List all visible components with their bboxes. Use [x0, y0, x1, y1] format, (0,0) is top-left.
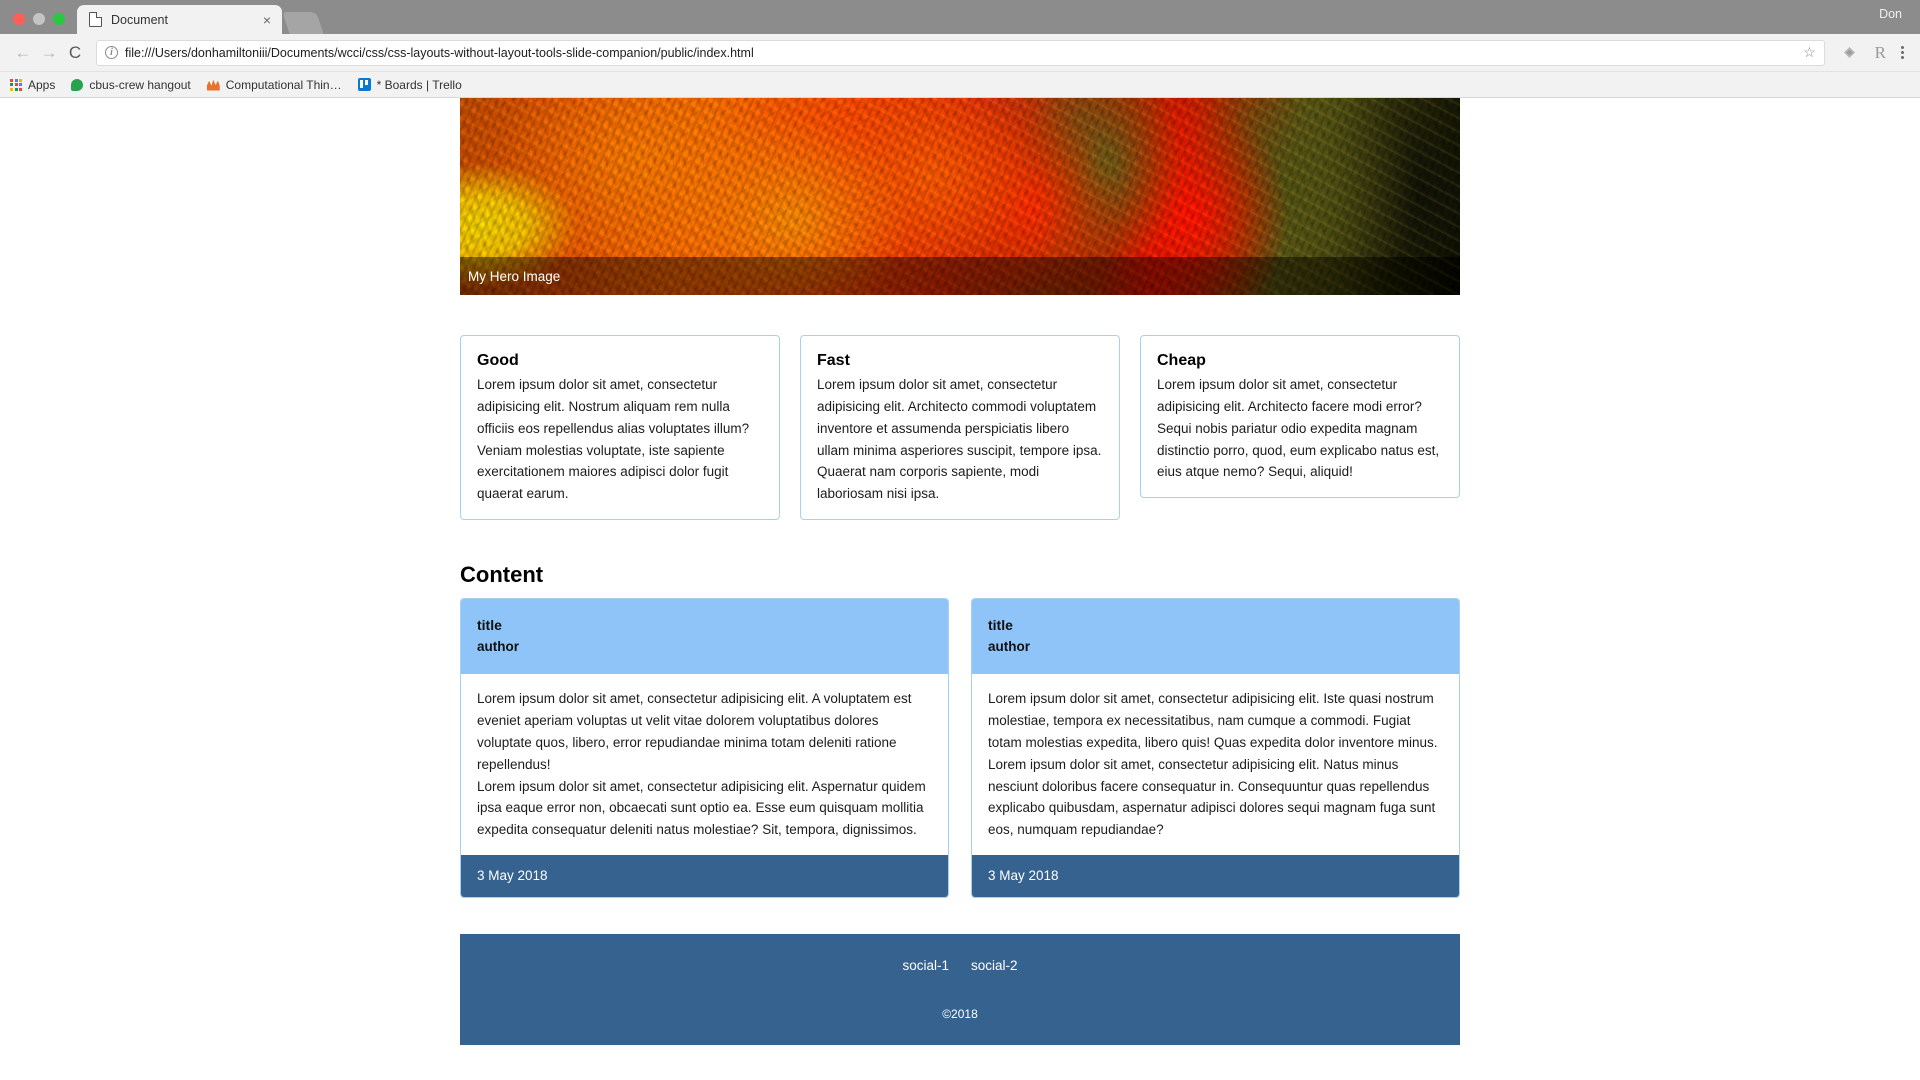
article-body: Lorem ipsum dolor sit amet, consectetur … — [972, 674, 1459, 855]
article-date: 3 May 2018 — [477, 868, 548, 884]
browser-window: Document × Don ← → C i file:///Users/don… — [0, 0, 1920, 1080]
bookmark-label: cbus-crew hangout — [89, 77, 191, 92]
article-paragraph: Lorem ipsum dolor sit amet, consectetur … — [988, 691, 1438, 750]
feature-card-body: Lorem ipsum dolor sit amet, consectetur … — [1157, 377, 1440, 480]
article-date: 3 May 2018 — [988, 868, 1059, 884]
bookmark-apps[interactable]: Apps — [10, 78, 55, 92]
article-header: title author — [461, 599, 948, 675]
tab-title: Document — [111, 12, 168, 27]
copyright-text: ©2018 — [942, 1007, 978, 1022]
feature-card-title: Good — [477, 352, 519, 369]
feature-card-body: Lorem ipsum dolor sit amet, consectetur … — [817, 377, 1102, 502]
green-bubble-icon — [71, 78, 84, 91]
chrome-menu-icon[interactable] — [1901, 46, 1904, 59]
article-footer: 3 May 2018 — [461, 855, 948, 898]
profile-name[interactable]: Don — [1879, 7, 1902, 21]
article-author: author — [988, 639, 1030, 655]
page-icon — [89, 11, 103, 27]
bookmark-label: Apps — [28, 77, 56, 92]
bookmark-label: Computational Thin… — [225, 77, 342, 92]
bookmark-star-icon[interactable]: ☆ — [1803, 44, 1816, 61]
article-list: title author Lorem ipsum dolor sit amet,… — [460, 598, 1460, 899]
toolbar: ← → C i file:///Users/donhamiltoniii/Doc… — [0, 34, 1920, 72]
new-tab-button[interactable] — [282, 12, 324, 34]
feature-card-fast: Fast Lorem ipsum dolor sit amet, consect… — [800, 335, 1120, 521]
hero-caption: My Hero Image — [460, 257, 1460, 295]
article-paragraph: Lorem ipsum dolor sit amet, consectetur … — [988, 756, 1436, 838]
address-bar[interactable]: i file:///Users/donhamiltoniii/Documents… — [96, 39, 1825, 66]
page-container: My Hero Image Good Lorem ipsum dolor sit… — [460, 98, 1460, 1046]
close-window-button[interactable] — [13, 13, 25, 25]
forward-button[interactable]: → — [36, 40, 62, 66]
social-link-1[interactable]: social-1 — [902, 958, 949, 973]
feature-card-title: Cheap — [1157, 352, 1206, 369]
tab-document[interactable]: Document × — [77, 5, 282, 34]
computational-thinking-icon — [206, 79, 220, 91]
bookmark-label: * Boards | Trello — [376, 77, 462, 92]
article-paragraph: Lorem ipsum dolor sit amet, consectetur … — [477, 691, 912, 772]
back-button[interactable]: ← — [10, 40, 36, 66]
apps-grid-icon — [10, 78, 22, 91]
feature-card-title: Fast — [817, 352, 850, 369]
social-links: social-1 social-2 — [460, 958, 1460, 973]
trello-icon — [357, 78, 371, 91]
r-extension-icon[interactable]: R — [1875, 43, 1886, 63]
article-card: title author Lorem ipsum dolor sit amet,… — [971, 598, 1460, 899]
feature-card-cheap: Cheap Lorem ipsum dolor sit amet, consec… — [1140, 335, 1460, 499]
content-heading: Content — [460, 562, 544, 588]
feature-card-good: Good Lorem ipsum dolor sit amet, consect… — [460, 335, 780, 521]
tab-strip: Document × Don — [0, 0, 1920, 34]
bookmark-computational-thinking[interactable]: Computational Thin… — [206, 77, 342, 92]
page-footer: social-1 social-2 ©2018 — [460, 934, 1460, 1046]
article-body: Lorem ipsum dolor sit amet, consectetur … — [461, 674, 948, 855]
maximize-window-button[interactable] — [53, 13, 65, 25]
article-footer: 3 May 2018 — [972, 855, 1459, 898]
article-title: title — [988, 617, 1013, 634]
page-viewport[interactable]: My Hero Image Good Lorem ipsum dolor sit… — [0, 98, 1920, 1080]
window-traffic-lights — [0, 13, 75, 34]
article-author: author — [477, 639, 519, 655]
bookmarks-bar: Apps cbus-crew hangout Computational Thi… — [0, 72, 1920, 98]
article-header: title author — [972, 599, 1459, 675]
feature-card-body: Lorem ipsum dolor sit amet, consectetur … — [477, 377, 750, 502]
social-link-2[interactable]: social-2 — [971, 958, 1018, 973]
diamond-extension-icon[interactable] — [1842, 45, 1857, 60]
site-info-icon[interactable]: i — [105, 46, 118, 59]
minimize-window-button[interactable] — [33, 13, 45, 25]
feature-card-list: Good Lorem ipsum dolor sit amet, consect… — [460, 335, 1460, 521]
article-card: title author Lorem ipsum dolor sit amet,… — [460, 598, 949, 899]
url-text: file:///Users/donhamiltoniii/Documents/w… — [125, 45, 754, 60]
reload-button[interactable]: C — [62, 40, 88, 66]
article-title: title — [477, 617, 502, 634]
close-tab-icon[interactable]: × — [258, 13, 276, 27]
hero-caption-text: My Hero Image — [468, 268, 561, 284]
article-paragraph: Lorem ipsum dolor sit amet, consectetur … — [477, 778, 926, 838]
bookmark-trello-boards[interactable]: * Boards | Trello — [357, 77, 462, 92]
bookmark-cbus-crew-hangout[interactable]: cbus-crew hangout — [71, 77, 191, 92]
hero-image: My Hero Image — [460, 98, 1460, 295]
